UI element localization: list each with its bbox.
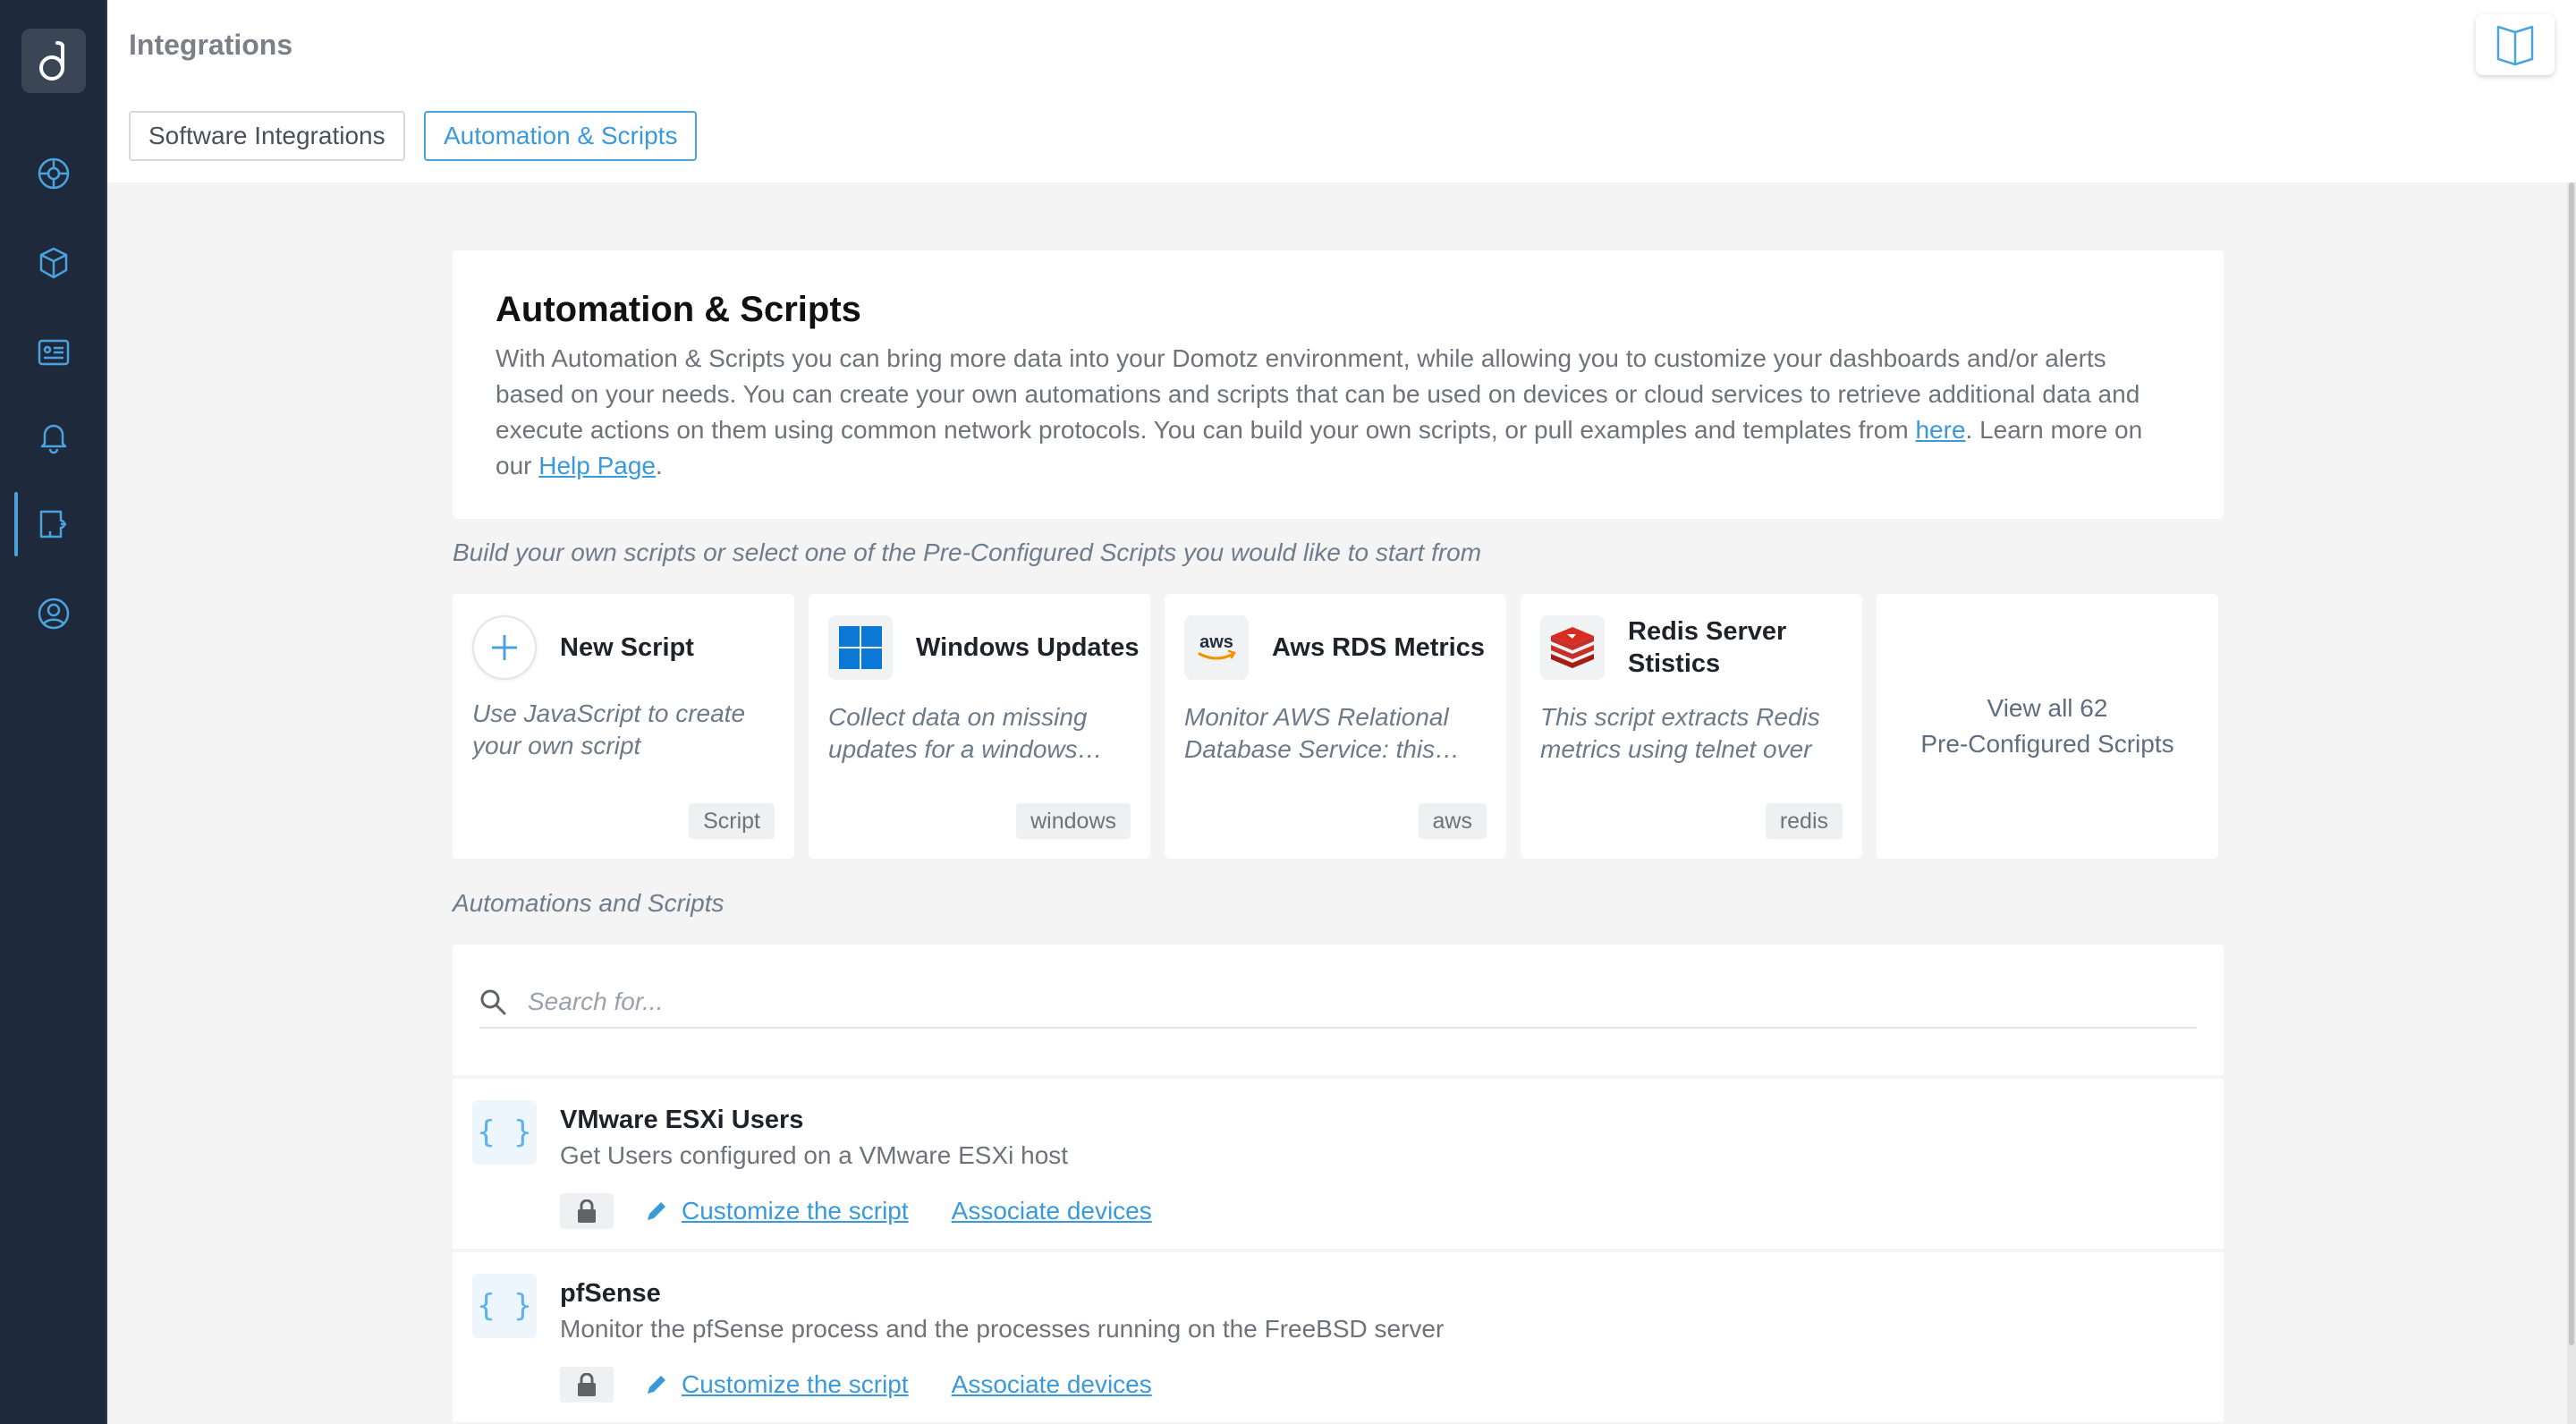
automations-caption: Automations and Scripts: [453, 889, 724, 917]
network-globe-icon[interactable]: [0, 141, 107, 206]
help-page-link[interactable]: Help Page: [538, 452, 656, 479]
tab-automation-scripts[interactable]: Automation & Scripts: [424, 111, 698, 161]
associate-devices-link[interactable]: Associate devices: [952, 1197, 1152, 1225]
script-tag: Script: [689, 803, 775, 839]
pencil-icon[interactable]: [644, 1199, 669, 1224]
view-all-scripts-card[interactable]: View all 62 Pre-Configured Scripts: [1877, 594, 2218, 859]
row-actions: Customize the script Associate devices: [560, 1365, 1152, 1404]
script-name: New Script: [560, 633, 694, 662]
cubes-icon[interactable]: [0, 231, 107, 295]
aws-logo-icon: aws: [1184, 615, 1249, 680]
search-panel: [453, 945, 2224, 1075]
associate-devices-link[interactable]: Associate devices: [952, 1370, 1152, 1399]
code-braces-icon: { }: [472, 1100, 537, 1165]
script-tag: aws: [1418, 803, 1487, 839]
redis-logo-icon: [1540, 615, 1605, 680]
customize-script-link[interactable]: Customize the script: [682, 1370, 909, 1399]
puzzle-integration-icon[interactable]: [0, 492, 107, 556]
preconfigured-caption: Build your own scripts or select one of …: [453, 538, 1482, 566]
script-tag: redis: [1765, 803, 1843, 839]
intro-text: With Automation & Scripts you can bring …: [496, 344, 2143, 479]
domotz-logo-icon[interactable]: [21, 29, 86, 93]
header: Integrations Software Integrations Autom…: [107, 0, 2576, 182]
script-name: Windows Updates: [916, 633, 1140, 662]
plus-icon: [472, 615, 537, 680]
script-name: Redis Server Stistics: [1628, 617, 1787, 678]
svg-text:aws: aws: [1199, 632, 1233, 652]
script-tag: windows: [1016, 803, 1131, 839]
bell-icon[interactable]: [0, 404, 107, 469]
new-script-card[interactable]: New Script Use JavaScript to create your…: [453, 594, 794, 859]
help-book-button[interactable]: [2476, 14, 2555, 75]
user-support-icon[interactable]: [0, 581, 107, 646]
lock-icon: [560, 1367, 614, 1403]
pencil-icon[interactable]: [644, 1372, 669, 1397]
redis-server-card[interactable]: Redis Server Stistics This script extrac…: [1521, 594, 1862, 859]
lock-icon: [560, 1193, 614, 1229]
script-description: Monitor AWS Relational Database Service:…: [1184, 703, 1449, 763]
row-title: pfSense: [560, 1279, 661, 1308]
row-description: Get Users configured on a VMware ESXi ho…: [560, 1141, 1069, 1169]
windows-logo-icon: [828, 615, 893, 680]
script-description: Use JavaScript to create your own script: [472, 699, 746, 759]
row-actions: Customize the script Associate devices: [560, 1191, 1152, 1231]
script-description: Collect data on missing updates for a wi…: [828, 703, 1088, 763]
aws-rds-metrics-card[interactable]: aws Aws RDS Metrics Monitor AWS Relation…: [1165, 594, 1506, 859]
code-braces-icon: { }: [472, 1274, 537, 1338]
view-all-label: Pre-Configured Scripts: [1920, 730, 2174, 758]
script-name: Aws RDS Metrics: [1272, 633, 1485, 662]
intro-card: Automation & Scripts With Automation & S…: [453, 250, 2224, 519]
scrollbar[interactable]: [2567, 182, 2576, 1424]
page-title: Integrations: [129, 29, 293, 61]
script-description: This script extracts Redis metrics using…: [1540, 703, 1820, 763]
search-icon: [480, 989, 506, 1015]
here-link[interactable]: here: [1915, 416, 1965, 444]
tab-software-integrations[interactable]: Software Integrations: [129, 111, 405, 161]
customize-script-link[interactable]: Customize the script: [682, 1197, 909, 1225]
windows-updates-card[interactable]: Windows Updates Collect data on missing …: [809, 594, 1150, 859]
row-description: Monitor the pfSense process and the proc…: [560, 1315, 1445, 1343]
main-content: Automation & Scripts With Automation & S…: [107, 182, 2576, 1424]
script-row: { } VMware ESXi Users Get Users configur…: [453, 1079, 2224, 1249]
sidebar: [0, 0, 107, 1424]
dashboard-list-icon[interactable]: [0, 320, 107, 385]
row-title: VMware ESXi Users: [560, 1106, 804, 1134]
search-input[interactable]: [528, 987, 2138, 1016]
search-bar: [479, 977, 2197, 1029]
book-icon: [2496, 25, 2534, 66]
script-row: { } pfSense Monitor the pfSense process …: [453, 1252, 2224, 1422]
intro-title: Automation & Scripts: [496, 290, 861, 329]
view-all-count: View all 62: [1987, 694, 2108, 722]
